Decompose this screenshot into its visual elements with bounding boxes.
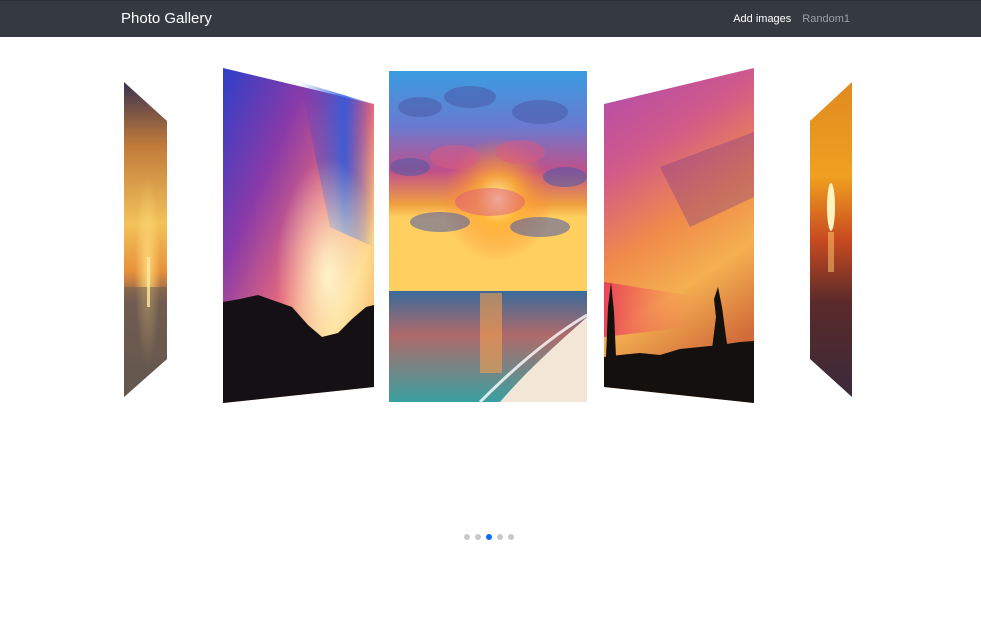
carousel-slide-5[interactable]: [0, 37, 981, 557]
carousel-indicators: [464, 534, 514, 540]
image-carousel: [0, 37, 981, 557]
carousel-indicator-1[interactable]: [464, 534, 470, 540]
slide-5-image: [810, 82, 852, 397]
carousel-indicator-5[interactable]: [508, 534, 514, 540]
brand-link[interactable]: Photo Gallery: [121, 10, 212, 28]
nav-link-random1[interactable]: Random1: [802, 13, 850, 26]
carousel-indicator-4[interactable]: [497, 534, 503, 540]
nav-link-add-images[interactable]: Add images: [733, 13, 791, 26]
navbar: Photo Gallery Add images Random1: [0, 0, 981, 37]
carousel-indicator-3[interactable]: [486, 534, 492, 540]
carousel-indicator-2[interactable]: [475, 534, 481, 540]
nav-links: Add images Random1: [733, 13, 850, 26]
